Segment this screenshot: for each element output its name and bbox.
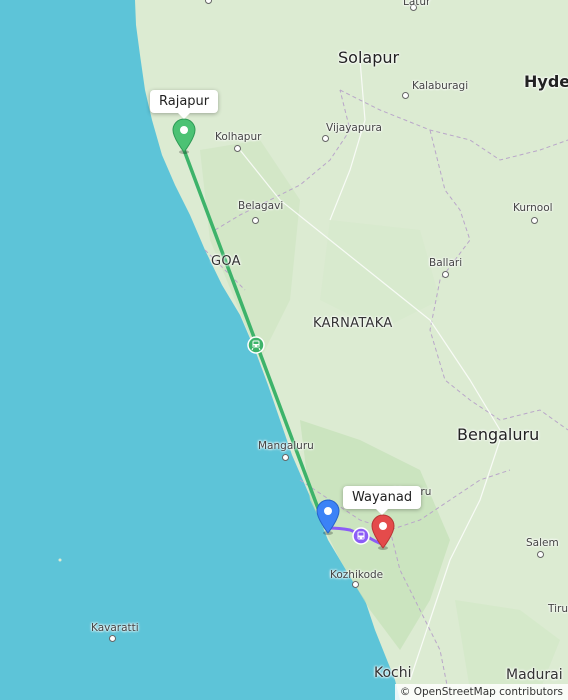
map-terrain — [58, 0, 568, 700]
city-label-kurnool: Kurnool — [513, 202, 553, 214]
city-dot — [531, 217, 538, 224]
city-label-kolhapur: Kolhapur — [215, 131, 262, 143]
city-label-madurai: Madurai — [506, 667, 563, 683]
island — [58, 558, 62, 562]
map-view[interactable]: Latur Solapur Hyder Kalaburagi Kolhapur … — [0, 0, 568, 700]
city-label-vijayapura: Vijayapura — [326, 122, 382, 134]
bus-icon[interactable] — [352, 527, 370, 545]
city-label-kavaratti: Kavaratti — [91, 622, 139, 634]
city-label-solapur: Solapur — [338, 48, 400, 67]
origin-callout-label: Rajapur — [159, 94, 210, 109]
city-label-tiruchirappalli: Tirud — [548, 603, 568, 615]
destination-pin-icon[interactable] — [369, 512, 397, 552]
destination-callout[interactable]: Wayanad — [343, 486, 422, 515]
waypoint-pin-icon[interactable] — [314, 497, 342, 537]
city-dot — [537, 551, 544, 558]
map-attribution[interactable]: © OpenStreetMap contributors — [394, 684, 568, 700]
city-label-hyderabad: Hyder — [524, 72, 568, 91]
city-label-salem: Salem — [526, 537, 559, 549]
city-label-kalaburagi: Kalaburagi — [412, 80, 469, 92]
city-label-ballari: Ballari — [429, 257, 463, 269]
city-dot — [402, 92, 409, 99]
city-label-belagavi: Belagavi — [238, 200, 284, 212]
city-dot — [109, 635, 116, 642]
origin-callout[interactable]: Rajapur — [150, 90, 219, 119]
city-label-kozhikode: Kozhikode — [330, 569, 384, 581]
city-dot — [322, 135, 329, 142]
train-icon[interactable] — [247, 336, 265, 354]
city-label-kochi: Kochi — [374, 665, 412, 681]
state-label-goa: GOA — [211, 254, 241, 269]
city-label-mangaluru: Mangaluru — [258, 440, 314, 452]
destination-callout-label: Wayanad — [352, 490, 413, 505]
city-dot — [252, 217, 259, 224]
city-label-bengaluru: Bengaluru — [457, 425, 540, 444]
state-label-karnataka: KARNATAKA — [313, 316, 393, 331]
origin-pin-icon[interactable] — [170, 116, 198, 156]
city-dot — [352, 581, 359, 588]
city-dot — [234, 145, 241, 152]
city-label-latur: Latur — [403, 0, 431, 8]
city-dot — [282, 454, 289, 461]
city-dot — [442, 271, 449, 278]
